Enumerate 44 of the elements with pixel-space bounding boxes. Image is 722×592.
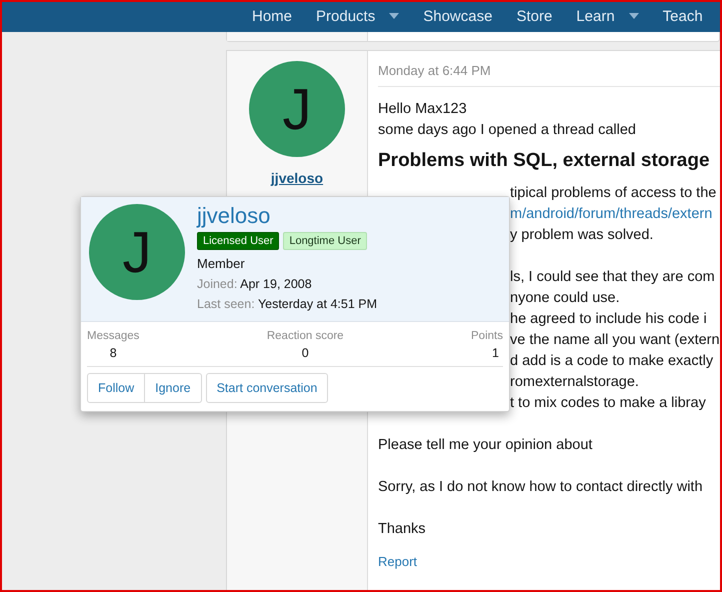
post-text: d add is a code to make exactly: [510, 353, 714, 369]
nav-link[interactable]: Showcase: [411, 8, 504, 24]
post-text: he agreed to include his code i: [510, 311, 707, 327]
info-label: Last seen:: [197, 297, 255, 311]
post-text: nyone could use.: [510, 290, 620, 306]
thread-link[interactable]: m/android/forum/threads/extern: [510, 206, 712, 222]
stat-label: Points: [471, 330, 503, 342]
stat-label: Reaction score: [266, 330, 344, 342]
post-text: Please tell me your opinion about: [378, 436, 594, 455]
username-link[interactable]: jjveloso: [270, 170, 324, 186]
post-text: y problem was solved.: [510, 227, 654, 243]
post-text: Thanks: [378, 520, 427, 539]
post-time: Monday at 6:44 PM: [378, 63, 720, 87]
nav-link[interactable]: Store: [504, 8, 564, 24]
action-button[interactable]: Ignore: [145, 373, 202, 403]
action-button[interactable]: Follow: [87, 373, 146, 403]
nav-link[interactable]: Teach: [650, 8, 715, 24]
username-link[interactable]: jjveloso: [197, 203, 377, 229]
post-text: t to mix codes to make a libray: [510, 395, 706, 411]
post-text: some days ago I opened a thread called: [378, 121, 637, 140]
user-badge: Licensed User: [197, 232, 280, 250]
post-text: ls, I could see that they are com: [510, 269, 715, 285]
nav-link[interactable]: Home: [240, 8, 304, 24]
avatar[interactable]: J: [89, 204, 185, 300]
post-heading: Problems with SQL, external storage: [378, 149, 711, 173]
action-button[interactable]: Start conversation: [206, 373, 328, 403]
user-title: Member: [197, 256, 246, 271]
user-badge: Longtime User: [283, 232, 367, 250]
info-value: Apr 19, 2008: [240, 277, 312, 291]
nav-link[interactable]: Products: [304, 8, 412, 24]
post-text: Hello Max123: [378, 100, 468, 119]
info-value: Yesterday at 4:51 PM: [258, 297, 377, 311]
stat-value: 8: [110, 346, 117, 360]
post-text: romexternalstorage.: [510, 374, 639, 390]
report-link[interactable]: Report: [378, 554, 418, 569]
post-text: ve the name all you want (extern: [510, 332, 720, 348]
post-text: tipical problems of access to the: [510, 185, 716, 201]
stat-label: Messages: [87, 330, 140, 342]
info-label: Joined:: [197, 277, 238, 291]
post-text: Sorry, as I do not know how to contact directly with: [378, 478, 704, 497]
stat-value: 1: [492, 346, 500, 360]
avatar[interactable]: J: [249, 61, 345, 157]
nav-link[interactable]: Learn: [564, 8, 651, 24]
stat-value: 0: [302, 346, 309, 360]
